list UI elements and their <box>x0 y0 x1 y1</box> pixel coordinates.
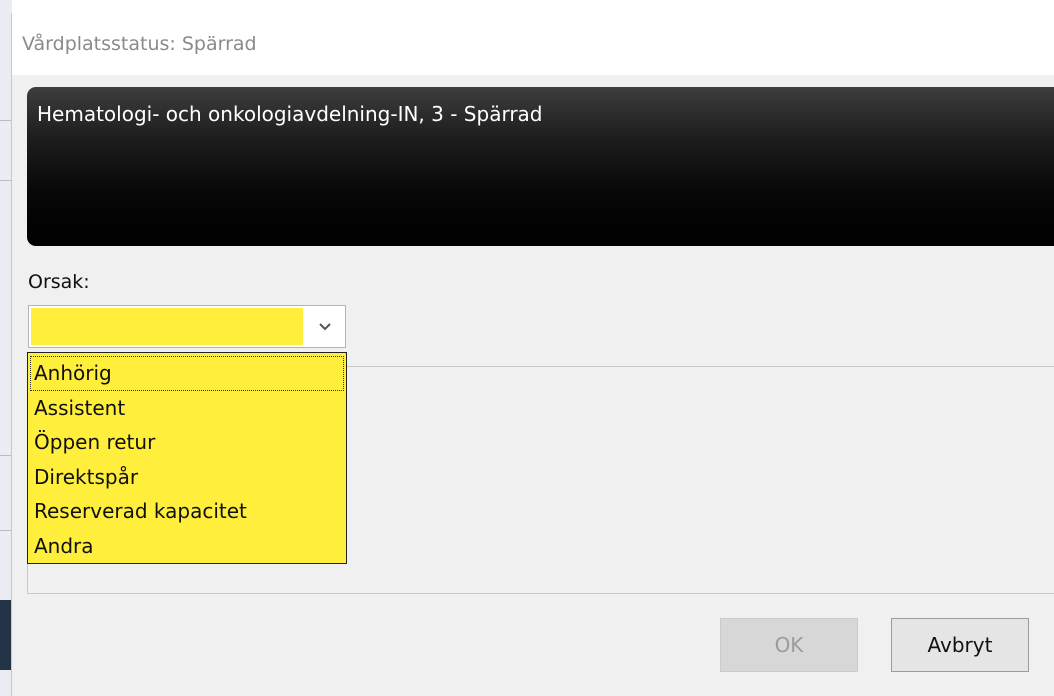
reason-selected-value[interactable] <box>31 308 303 345</box>
dialog-window: Vårdplatsstatus: Spärrad Hematologi- och… <box>11 13 1054 696</box>
chevron-down-icon[interactable] <box>305 306 345 347</box>
dropdown-option-anhorig[interactable]: Anhörig <box>30 356 344 391</box>
dropdown-option-direktspar[interactable]: Direktspår <box>28 460 346 495</box>
header-text: Hematologi- och onkologiavdelning-IN, 3 … <box>37 102 543 126</box>
dropdown-option-reserverad-kapacitet[interactable]: Reserverad kapacitet <box>28 494 346 529</box>
window-title: Vårdplatsstatus: Spärrad <box>22 33 257 55</box>
ok-button[interactable]: OK <box>720 618 858 672</box>
cancel-button[interactable]: Avbryt <box>891 618 1029 672</box>
header-panel: Hematologi- och onkologiavdelning-IN, 3 … <box>27 87 1054 246</box>
dropdown-option-oppen-retur[interactable]: Öppen retur <box>28 425 346 460</box>
title-bar[interactable]: Vårdplatsstatus: Spärrad <box>12 13 1054 75</box>
reason-combobox[interactable] <box>28 305 346 348</box>
dropdown-option-assistent[interactable]: Assistent <box>28 391 346 426</box>
reason-dropdown-list[interactable]: Anhörig Assistent Öppen retur Direktspår… <box>27 352 347 564</box>
dropdown-option-andra[interactable]: Andra <box>28 529 346 564</box>
reason-label: Orsak: <box>28 271 90 293</box>
